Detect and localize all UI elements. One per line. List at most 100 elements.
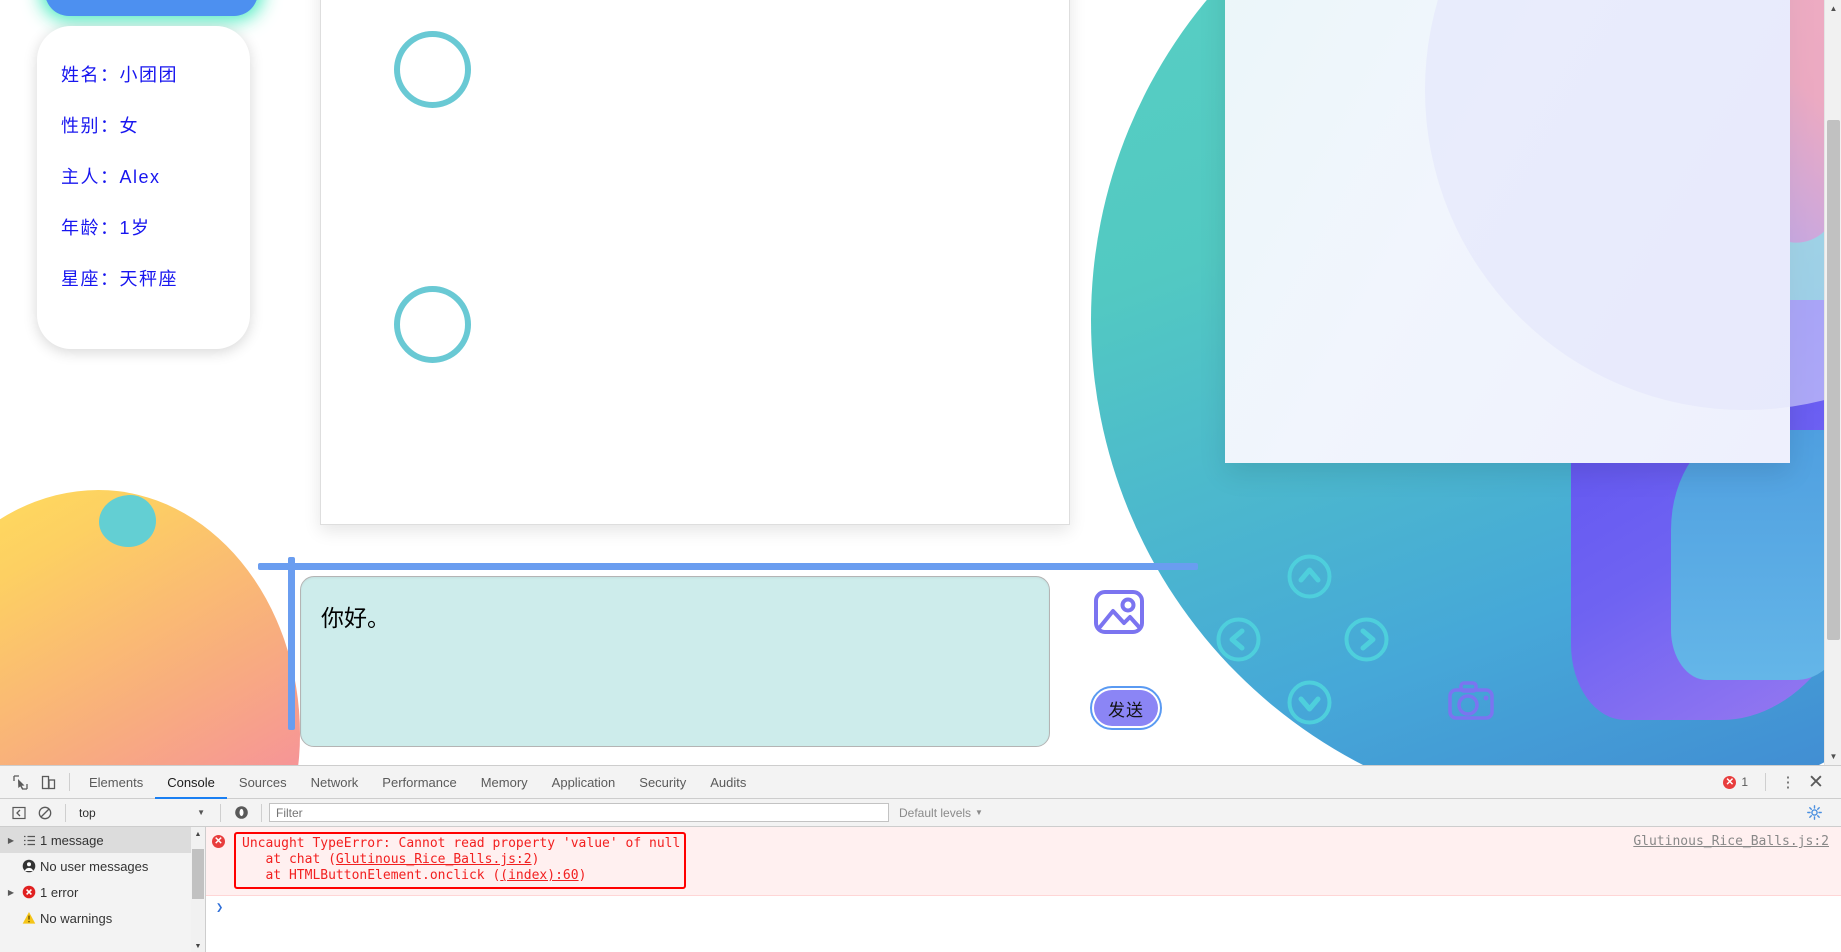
decorative-teal-pebble (99, 495, 156, 547)
scrollbar-thumb[interactable] (1827, 120, 1840, 640)
decorative-blue-strip (1671, 430, 1841, 680)
decorative-gradient-circle (1091, 0, 1841, 765)
pet-info-card: 姓名：小团团 性别：女 主人：Alex 年龄：1岁 星座：天秤座 (37, 26, 250, 349)
clear-console-icon[interactable] (32, 801, 58, 825)
dpad-right-button[interactable] (1343, 616, 1390, 663)
avatar-placeholder-icon (394, 31, 471, 108)
image-icon[interactable] (1093, 589, 1145, 635)
decorative-pink-wedge (1508, 0, 1841, 253)
sidebar-item-label: 1 message (40, 832, 104, 848)
toolbar-divider (1765, 773, 1766, 791)
expand-triangle-icon[interactable]: ▶ (4, 836, 18, 845)
sidebar-item-messages[interactable]: ▶ 1 message (0, 827, 205, 853)
error-icon: ✕ (212, 835, 225, 848)
tab-console[interactable]: Console (155, 766, 227, 799)
dpad-left-button[interactable] (1215, 616, 1262, 663)
tab-memory[interactable]: Memory (469, 766, 540, 799)
list-icon (18, 834, 40, 847)
camera-icon[interactable] (1447, 680, 1495, 722)
chat-message-input[interactable] (300, 576, 1050, 747)
execution-context-label: top (79, 805, 96, 820)
filterbar-right (1801, 801, 1835, 825)
sidebar-item-user-messages[interactable]: ▶ No user messages (0, 853, 205, 879)
console-error-message[interactable]: ✕ Uncaught TypeError: Cannot read proper… (206, 827, 1841, 896)
send-button[interactable]: 发送 (1090, 686, 1162, 730)
scroll-down-icon[interactable]: ▼ (191, 939, 205, 952)
expand-triangle-icon[interactable]: ▶ (4, 888, 18, 897)
toggle-console-sidebar-icon[interactable] (6, 801, 32, 825)
user-icon (18, 859, 40, 873)
prompt-caret-icon: ❯ (216, 900, 224, 914)
filterbar-divider (261, 803, 262, 822)
execution-context-selector[interactable]: top ▼ (73, 803, 213, 823)
error-line-2: at chat (Glutinous_Rice_Balls.js:2) (242, 852, 680, 868)
pet-info-age: 年龄：1岁 (61, 218, 151, 238)
error-line-3-prefix: at HTMLButtonElement.onclick ( (242, 868, 501, 883)
pet-info-owner: 主人：Alex (61, 167, 161, 187)
console-sidebar: ▶ 1 message ▶ (0, 827, 206, 952)
scroll-up-icon[interactable]: ▲ (1825, 0, 1841, 17)
toolbar-divider (69, 773, 70, 791)
chevron-down-icon: ▼ (197, 808, 205, 817)
more-options-icon[interactable]: ⋮ (1775, 769, 1801, 795)
error-icon (18, 885, 40, 899)
scrollbar-thumb[interactable] (192, 849, 204, 899)
error-source-link[interactable]: Glutinous_Rice_Balls.js:2 (1633, 834, 1829, 849)
console-prompt-row[interactable]: ❯ (206, 896, 1841, 918)
sidebar-item-label: No user messages (40, 858, 149, 874)
console-filter-bar: top ▼ Default levels ▼ (0, 799, 1841, 827)
filterbar-divider (65, 803, 66, 822)
scroll-down-icon[interactable]: ▼ (1825, 748, 1841, 765)
sidebar-item-label: 1 error (40, 884, 79, 900)
avatar-placeholder-icon (394, 286, 471, 363)
error-highlight-box: Uncaught TypeError: Cannot read property… (234, 832, 687, 889)
tab-sources[interactable]: Sources (227, 766, 299, 799)
horizontal-divider (258, 563, 1198, 570)
pet-info-gender: 性别：女 (61, 116, 139, 136)
web-page-content: 姓名：小团团 性别：女 主人：Alex 年龄：1岁 星座：天秤座 发送 (0, 0, 1841, 765)
tab-audits[interactable]: Audits (698, 766, 758, 799)
decorative-lavender-panel (1225, 0, 1841, 463)
decorative-top-tab (45, 0, 258, 16)
tab-performance[interactable]: Performance (370, 766, 468, 799)
dpad-up-button[interactable] (1286, 553, 1333, 600)
error-line-3-link[interactable]: (index):60 (500, 868, 578, 883)
page-scrollbar[interactable]: ▲ ▼ (1824, 0, 1841, 765)
console-prompt-input[interactable] (229, 898, 1841, 916)
decorative-warm-blob (0, 490, 300, 765)
error-icon: ✕ (1723, 775, 1737, 789)
log-levels-selector[interactable]: Default levels ▼ (899, 806, 983, 820)
device-toolbar-icon[interactable] (34, 769, 62, 795)
pet-info-name: 姓名：小团团 (61, 65, 178, 85)
console-filter-input[interactable] (269, 803, 889, 822)
error-count-badge[interactable]: ✕ 1 (1715, 775, 1756, 789)
error-line-3: at HTMLButtonElement.onclick ((index):60… (242, 868, 680, 884)
devtools-toolbar-right: ✕ 1 ⋮ ✕ (1715, 769, 1835, 795)
tab-application[interactable]: Application (540, 766, 628, 799)
devtools-toolbar: Elements Console Sources Network Perform… (0, 766, 1841, 799)
close-icon[interactable]: ✕ (1803, 769, 1829, 795)
filterbar-divider (220, 803, 221, 822)
sidebar-item-warnings[interactable]: ▶ No warnings (0, 905, 205, 931)
pet-info-zodiac: 星座：天秤座 (61, 269, 178, 289)
settings-gear-icon[interactable] (1801, 801, 1827, 825)
console-output: ✕ Uncaught TypeError: Cannot read proper… (206, 827, 1841, 952)
vertical-divider (288, 557, 295, 730)
devtools-panel: Elements Console Sources Network Perform… (0, 765, 1841, 952)
error-line-1: Uncaught TypeError: Cannot read property… (242, 836, 681, 851)
sidebar-item-label: No warnings (40, 910, 113, 926)
console-body: ▶ 1 message ▶ (0, 827, 1841, 952)
inspect-element-icon[interactable] (6, 769, 34, 795)
tab-elements[interactable]: Elements (77, 766, 155, 799)
sidebar-scrollbar[interactable]: ▲ ▼ (191, 827, 205, 952)
error-line-2-link[interactable]: Glutinous_Rice_Balls.js:2 (336, 852, 532, 867)
live-expression-icon[interactable] (228, 801, 254, 825)
tab-security[interactable]: Security (627, 766, 698, 799)
error-line-2-suffix: ) (531, 852, 540, 867)
browser-window: 姓名：小团团 性别：女 主人：Alex 年龄：1岁 星座：天秤座 发送 (0, 0, 1841, 952)
tab-network[interactable]: Network (299, 766, 371, 799)
dpad-down-button[interactable] (1286, 679, 1333, 726)
log-levels-label: Default levels (899, 805, 972, 820)
scroll-up-icon[interactable]: ▲ (191, 827, 205, 841)
sidebar-item-errors[interactable]: ▶ 1 error (0, 879, 205, 905)
